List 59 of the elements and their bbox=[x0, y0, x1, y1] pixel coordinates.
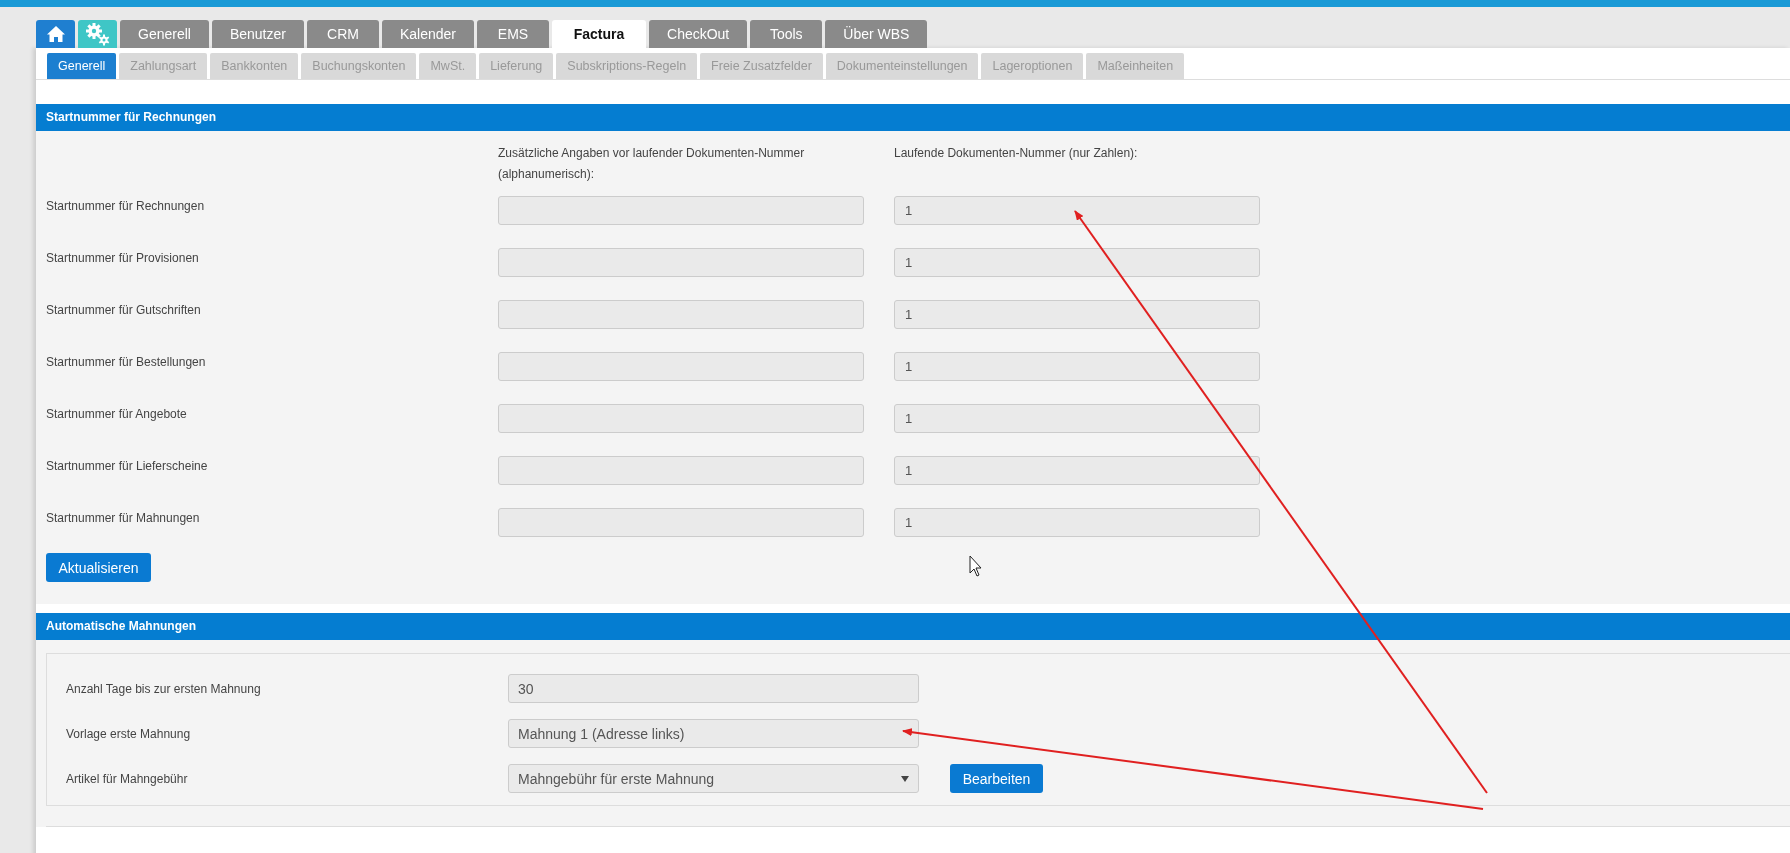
field-label: Startnummer für Provisionen bbox=[46, 250, 200, 265]
main-tab[interactable]: Generell bbox=[120, 20, 209, 48]
sub-tab[interactable]: Lieferung bbox=[479, 53, 554, 79]
number-field[interactable]: 1 bbox=[894, 248, 1260, 277]
field-label: Startnummer für Lieferscheine bbox=[46, 458, 209, 473]
main-tab[interactable]: CRM bbox=[306, 20, 379, 48]
sub-tab[interactable]: Freie Zusatzfelder bbox=[700, 53, 823, 79]
home-icon bbox=[45, 25, 66, 43]
sub-tab[interactable]: Subskriptions-Regeln bbox=[556, 53, 698, 79]
prefix-field[interactable] bbox=[498, 248, 864, 277]
field-label: Startnummer für Bestellungen bbox=[46, 354, 207, 369]
sub-tab[interactable]: Generell bbox=[47, 53, 117, 79]
prefix-field[interactable] bbox=[498, 300, 864, 329]
settings-tab[interactable] bbox=[78, 20, 117, 48]
number-field[interactable]: 1 bbox=[894, 456, 1260, 485]
prefix-field[interactable] bbox=[498, 196, 864, 225]
field-label: Vorlage erste Mahnung bbox=[66, 726, 192, 741]
field-label: Artikel für Mahngebühr bbox=[66, 771, 189, 786]
number-field[interactable]: 1 bbox=[894, 352, 1260, 381]
prefix-field[interactable] bbox=[498, 352, 864, 381]
dropdown[interactable]: Mahngebühr für erste Mahnung bbox=[508, 764, 919, 793]
prefix-field[interactable] bbox=[498, 456, 864, 485]
field-label: Startnummer für Gutschriften bbox=[46, 302, 202, 317]
sub-tab[interactable]: Buchungskonten bbox=[301, 53, 417, 79]
home-tab[interactable] bbox=[36, 20, 75, 48]
gears-icon bbox=[84, 22, 111, 46]
update-button[interactable]: Aktualisieren bbox=[46, 553, 151, 582]
sub-tab[interactable]: Bankkonten bbox=[210, 53, 299, 79]
main-tab[interactable]: EMS bbox=[477, 20, 549, 48]
field-label: Startnummer für Angebote bbox=[46, 406, 188, 421]
field-label: Anzahl Tage bis zur ersten Mahnung bbox=[66, 681, 262, 696]
sub-tab[interactable]: Lageroptionen bbox=[981, 53, 1084, 79]
main-tab[interactable]: Factura bbox=[552, 20, 646, 48]
cursor-icon bbox=[969, 555, 982, 577]
column-header: Zusätzliche Angaben vor laufender Dokumenten-Nummer (alphanumerisch): bbox=[498, 145, 806, 183]
field-label: Startnummer für Mahnungen bbox=[46, 510, 201, 525]
prefix-field[interactable] bbox=[498, 508, 864, 537]
sub-tab[interactable]: MwSt. bbox=[419, 53, 477, 79]
number-field[interactable]: 1 bbox=[894, 404, 1260, 433]
main-tab[interactable]: Tools bbox=[750, 20, 823, 48]
main-tab[interactable]: Kalender bbox=[381, 20, 474, 48]
sub-tab[interactable]: Zahlungsart bbox=[119, 53, 208, 79]
column-header: Laufende Dokumenten-Nummer (nur Zahlen): bbox=[894, 145, 1139, 162]
number-field[interactable]: 1 bbox=[894, 300, 1260, 329]
field-label: Startnummer für Rechnungen bbox=[46, 198, 206, 213]
sub-tab[interactable]: Dokumenteinstellungen bbox=[825, 53, 979, 79]
section-header: Automatische Mahnungen bbox=[36, 613, 1790, 640]
input-field[interactable]: 30 bbox=[508, 674, 919, 703]
section-header: Startnummer für Rechnungen bbox=[36, 104, 1790, 131]
caret-icon bbox=[901, 775, 909, 782]
edit-button[interactable]: Bearbeiten bbox=[950, 764, 1043, 793]
prefix-field[interactable] bbox=[498, 404, 864, 433]
input-field[interactable]: Mahnung 1 (Adresse links) bbox=[508, 719, 919, 748]
sub-tab[interactable]: Maßeinheiten bbox=[1086, 53, 1185, 79]
main-tab[interactable]: Über WBS bbox=[825, 20, 928, 48]
main-tab[interactable]: CheckOut bbox=[649, 20, 748, 48]
main-tab[interactable]: Benutzer bbox=[211, 20, 304, 48]
number-field[interactable]: 1 bbox=[894, 508, 1260, 537]
number-field[interactable]: 1 bbox=[894, 196, 1260, 225]
